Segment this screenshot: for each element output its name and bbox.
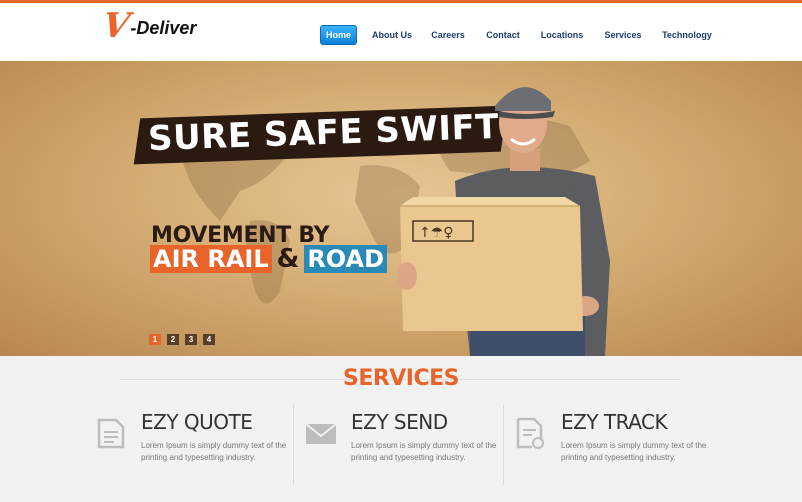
mode-ampersand: & — [276, 244, 300, 274]
logo-letter: V — [100, 6, 133, 46]
slide-dot-3[interactable]: 3 — [185, 334, 197, 345]
track-document-icon — [516, 417, 544, 449]
slide-dot-1[interactable]: 1 — [149, 334, 161, 345]
logo-text: -Deliver — [130, 18, 197, 38]
service-title: EZY TRACK — [561, 410, 668, 434]
nav-careers[interactable]: Careers — [430, 25, 466, 45]
service-divider — [503, 405, 504, 485]
service-title: EZY QUOTE — [141, 410, 253, 434]
delivery-man-image: ↑☂♀ — [397, 87, 610, 356]
slider-pagination: 1 2 3 4 — [149, 334, 215, 345]
slide-dot-2[interactable]: 2 — [167, 334, 179, 345]
transport-modes: AIR RAIL & ROAD — [150, 244, 388, 274]
hero-banner: SURE SAFE SWIFT MOVEMENT BY AIR RAIL & R… — [0, 61, 802, 356]
service-description: Lorem Ipsum is simply dummy text of the … — [141, 441, 287, 462]
nav-contact[interactable]: Contact — [485, 25, 521, 45]
svg-text:↑☂♀: ↑☂♀ — [419, 225, 454, 241]
nav-services[interactable]: Services — [603, 25, 643, 45]
envelope-icon — [305, 423, 337, 444]
nav-technology[interactable]: Technology — [662, 25, 712, 45]
service-title: EZY SEND — [351, 410, 448, 434]
nav-home[interactable]: Home — [320, 25, 357, 45]
site-header: V -Deliver Home About Us Careers Contact… — [0, 3, 802, 61]
service-description: Lorem Ipsum is simply dummy text of the … — [351, 441, 497, 462]
services-heading: SERVICES — [342, 366, 460, 391]
mode-road: ROAD — [304, 245, 388, 273]
service-ezy-quote[interactable]: EZY QUOTE Lorem Ipsum is simply dummy te… — [94, 410, 294, 490]
service-description: Lorem Ipsum is simply dummy text of the … — [561, 441, 707, 462]
nav-about-us[interactable]: About Us — [370, 25, 414, 45]
nav-locations[interactable]: Locations — [540, 25, 584, 45]
slide-dot-4[interactable]: 4 — [203, 334, 215, 345]
document-icon — [97, 418, 125, 449]
service-ezy-track[interactable]: EZY TRACK Lorem Ipsum is simply dummy te… — [514, 410, 714, 490]
service-ezy-send[interactable]: EZY SEND Lorem Ipsum is simply dummy tex… — [304, 410, 504, 490]
site-logo[interactable]: V -Deliver — [100, 6, 197, 46]
service-divider — [293, 405, 294, 485]
mode-air-rail: AIR RAIL — [150, 245, 272, 273]
